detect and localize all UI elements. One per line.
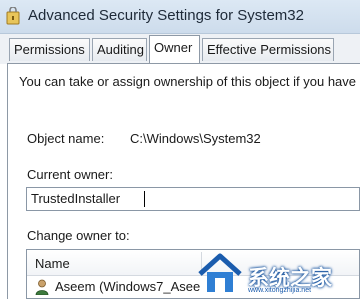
current-owner-value: TrustedInstaller xyxy=(31,191,121,206)
tab-owner[interactable]: Owner xyxy=(149,35,200,63)
column-header-name[interactable]: Name xyxy=(35,256,70,271)
tab-strip: Permissions Auditing Owner Effective Per… xyxy=(0,34,360,64)
list-item-label: Aseem (Windows7_Asee xyxy=(55,279,201,294)
folder-lock-icon xyxy=(6,7,20,25)
window-title: Advanced Security Settings for System32 xyxy=(28,7,304,24)
watermark-logo: 系统之家 www.xitongzhijia.net xyxy=(196,250,360,299)
current-owner-field[interactable]: TrustedInstaller xyxy=(26,187,360,211)
house-logo-icon xyxy=(198,253,242,292)
tab-effective-permissions[interactable]: Effective Permissions xyxy=(202,38,334,61)
change-owner-label: Change owner to: xyxy=(27,228,130,243)
object-name-label: Object name: xyxy=(27,131,105,146)
ownership-info-text: You can take or assign ownership of this… xyxy=(19,74,357,89)
text-caret xyxy=(144,191,145,207)
tab-permissions[interactable]: Permissions xyxy=(9,38,90,61)
watermark-url: www.xitongzhijia.net xyxy=(248,287,312,294)
title-bar: Advanced Security Settings for System32 xyxy=(0,0,360,34)
object-name-value: C:\Windows\System32 xyxy=(130,131,261,146)
current-owner-label: Current owner: xyxy=(27,167,113,182)
tab-auditing[interactable]: Auditing xyxy=(92,38,147,61)
user-icon xyxy=(35,279,49,295)
